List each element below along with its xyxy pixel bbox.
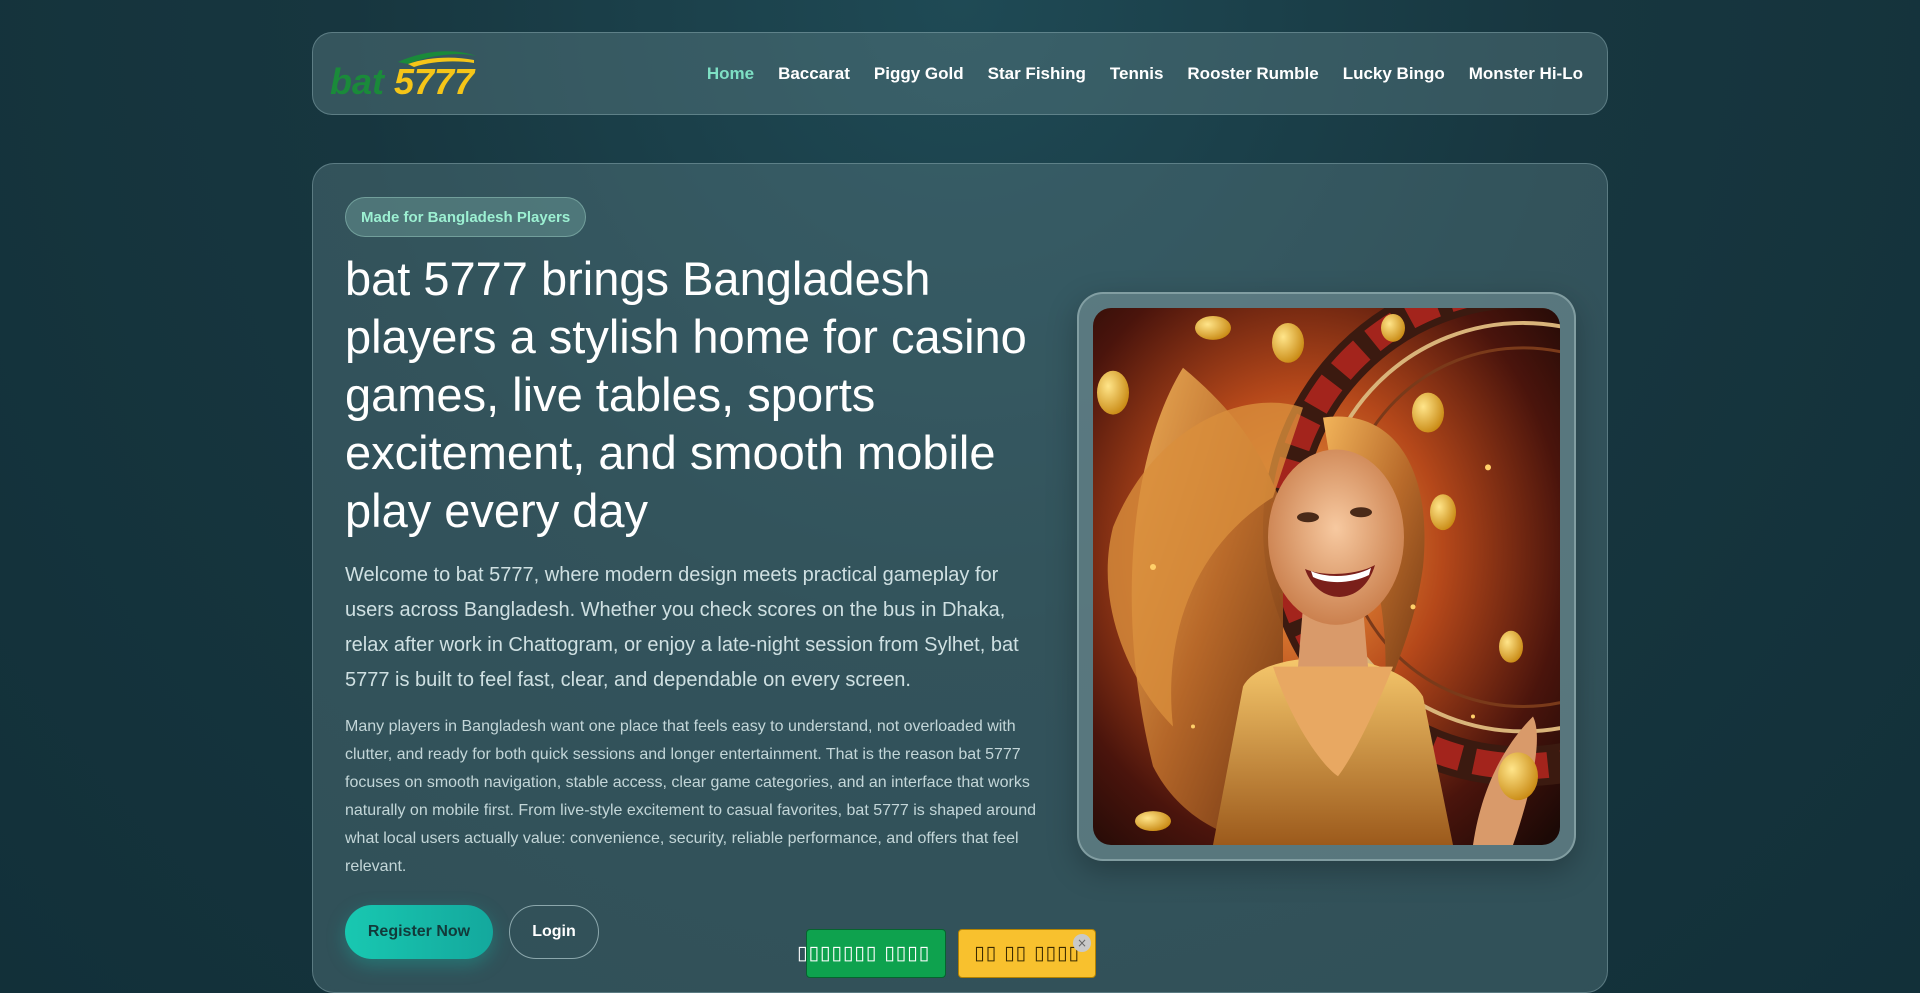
nav-home[interactable]: Home xyxy=(707,64,754,84)
close-icon[interactable]: × xyxy=(1073,933,1091,952)
svg-text:5777: 5777 xyxy=(394,61,476,100)
region-badge: Made for Bangladesh Players xyxy=(345,197,587,237)
login-button[interactable]: Login xyxy=(509,905,599,959)
register-button[interactable]: Register Now xyxy=(345,905,493,959)
hero-section: Made for Bangladesh Players bat 5777 bri… xyxy=(312,163,1608,993)
floating-yellow-label: ▯▯ ▯▯ ▯▯▯▯ xyxy=(974,942,1080,964)
main-nav: Home Baccarat Piggy Gold Star Fishing Te… xyxy=(707,64,1583,84)
nav-monster-hi-lo[interactable]: Monster Hi-Lo xyxy=(1469,64,1583,84)
nav-piggy-gold[interactable]: Piggy Gold xyxy=(874,64,964,84)
top-navbar: bat 5777 Home Baccarat Piggy Gold Star F… xyxy=(312,32,1608,115)
hero-casino-image xyxy=(1093,308,1560,845)
nav-tennis[interactable]: Tennis xyxy=(1110,64,1164,84)
logo-link[interactable]: bat 5777 xyxy=(328,48,480,100)
nav-rooster-rumble[interactable]: Rooster Rumble xyxy=(1187,64,1318,84)
hero-lead-paragraph: Welcome to bat 5777, where modern design… xyxy=(345,564,1019,691)
floating-cta-bar: ▯▯▯▯▯▯▯ ▯▯▯▯ ▯▯ ▯▯ ▯▯▯▯ × xyxy=(797,928,1096,978)
floating-yellow-button[interactable]: ▯▯ ▯▯ ▯▯▯▯ × xyxy=(958,928,1096,978)
floating-green-button[interactable]: ▯▯▯▯▯▯▯ ▯▯▯▯ xyxy=(797,928,946,978)
nav-baccarat[interactable]: Baccarat xyxy=(778,64,850,84)
hero-body-paragraph: Many players in Bangladesh want one plac… xyxy=(345,718,1036,875)
hero-image-frame xyxy=(1077,292,1576,861)
nav-star-fishing[interactable]: Star Fishing xyxy=(988,64,1086,84)
hero-headline: bat 5777 brings Bangladesh players a sty… xyxy=(345,252,1027,537)
svg-text:bat: bat xyxy=(330,61,386,100)
nav-lucky-bingo[interactable]: Lucky Bingo xyxy=(1343,64,1445,84)
bat5777-logo: bat 5777 xyxy=(330,50,476,100)
floating-green-label: ▯▯▯▯▯▯▯ ▯▯▯▯ xyxy=(797,942,931,964)
